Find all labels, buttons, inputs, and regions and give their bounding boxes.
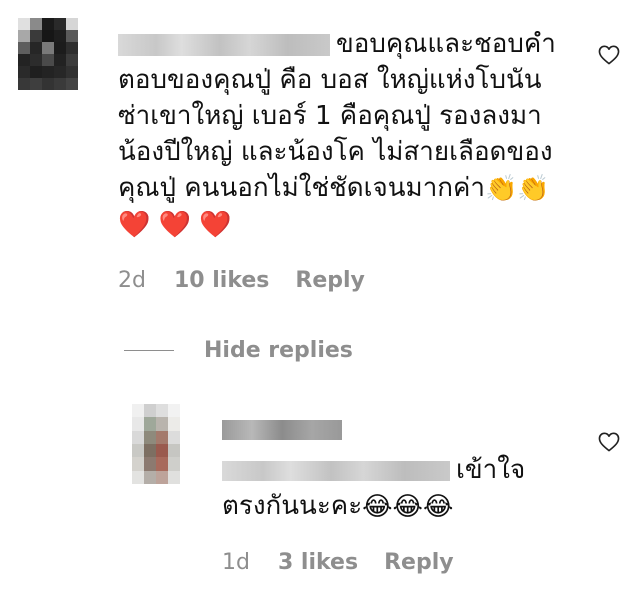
heart-emoji: ❤️: [158, 209, 192, 240]
comment-text: ขอบคุณและชอบคำ ตอบของคุณปู่ คือ บอส ใหญ่…: [118, 26, 578, 242]
commenter-avatar[interactable]: [18, 18, 78, 90]
likes-count[interactable]: 10 likes: [174, 268, 269, 293]
reply-username-blurred[interactable]: [222, 420, 342, 440]
clap-emoji: 👏: [517, 173, 550, 204]
reply-line: ตรงกันนะคะ: [222, 491, 363, 521]
mention-blurred[interactable]: [222, 460, 450, 481]
clap-emoji: 👏: [485, 173, 518, 204]
hide-replies-label: Hide replies: [204, 338, 353, 363]
laugh-emoji: 😂: [362, 491, 393, 522]
comment-line: ตอบของคุณปู่ คือ บอส ใหญ่แห่งโบนัน: [118, 65, 542, 95]
commenter-username-blurred[interactable]: [118, 33, 330, 56]
comment-line: ซ่าเขาใหญ่ เบอร์ 1 คือคุณปู่ รองลงมา: [118, 101, 542, 131]
hide-replies-button[interactable]: Hide replies: [124, 338, 353, 363]
heart-outline-icon[interactable]: [598, 45, 620, 65]
reply-line: เข้าใจ: [456, 455, 526, 485]
reply-button[interactable]: Reply: [295, 268, 365, 293]
heart-emoji: ❤️: [118, 209, 151, 240]
reply-meta: 1d 3 likes Reply: [222, 550, 454, 575]
reply-text: เข้าใจ ตรงกันนะคะ😂😂😂: [222, 452, 582, 524]
comment-time[interactable]: 2d: [118, 268, 146, 293]
comment-meta: 2d 10 likes Reply: [118, 268, 365, 293]
reply-button[interactable]: Reply: [384, 550, 454, 575]
reply-commenter-avatar[interactable]: [132, 404, 180, 484]
laugh-emoji: 😂: [392, 491, 423, 522]
divider-line: [124, 350, 174, 351]
comment-line: ขอบคุณและชอบคำ: [336, 29, 556, 59]
reply-likes-count[interactable]: 3 likes: [278, 550, 358, 575]
comment-line: คุณปู่ คนนอกไม่ใช่ชัดเจนมากค่า: [118, 173, 486, 203]
heart-emoji: ❤️: [199, 209, 232, 240]
heart-outline-icon[interactable]: [598, 432, 620, 452]
reply-time[interactable]: 1d: [222, 550, 250, 575]
comment-line: น้องปีใหญ่ และน้องโค ไม่สายเลือดของ: [118, 137, 553, 167]
laugh-emoji: 😂: [422, 491, 454, 522]
